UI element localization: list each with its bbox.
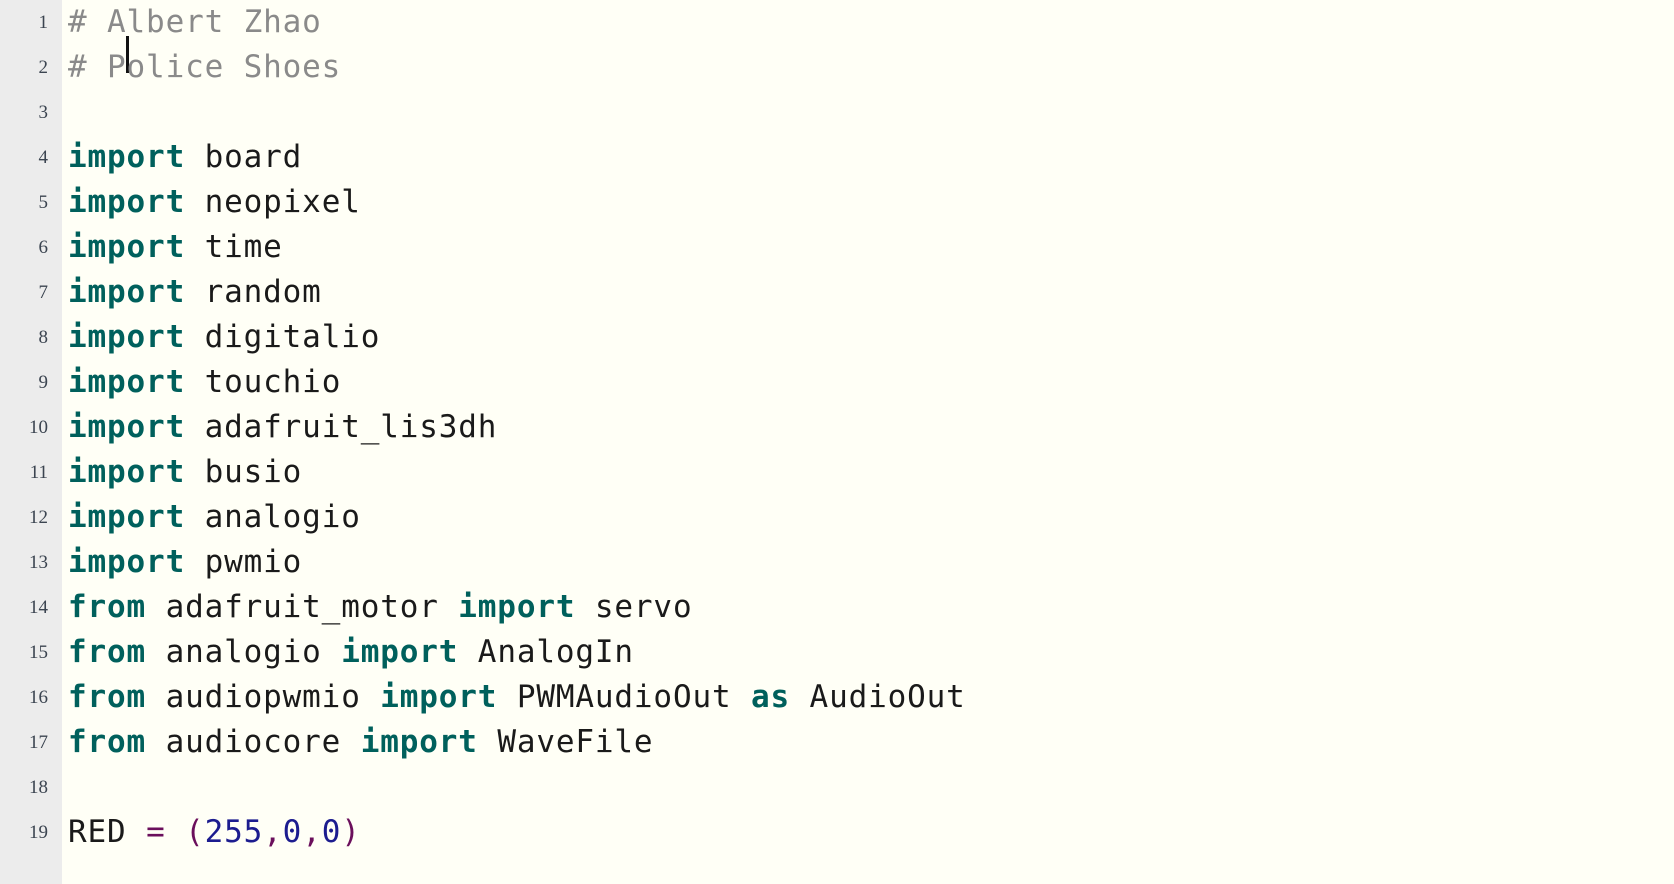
code-line-8[interactable]: import digitalio: [68, 315, 1674, 360]
token-plain: PWMAudioOut: [497, 679, 752, 715]
token-plain: AnalogIn: [458, 634, 634, 670]
code-line-3[interactable]: [68, 90, 1674, 135]
line-number-9: 9: [38, 372, 49, 393]
line-number-list: 1 2 3 4 5 6 7 8 9 10 11 12 13 14 15 16 17 18 19: [0, 0, 62, 855]
token-number: 0: [282, 814, 303, 850]
token-keyword: import: [341, 634, 459, 670]
token-plain: neopixel: [185, 184, 361, 220]
token-keyword: import: [68, 229, 186, 265]
token-operator: ,: [302, 814, 322, 850]
code-line-12[interactable]: import analogio: [68, 495, 1674, 540]
code-line-15[interactable]: from analogio import AnalogIn: [68, 630, 1674, 675]
code-line-9[interactable]: import touchio: [68, 360, 1674, 405]
token-number: 255: [204, 814, 264, 850]
code-line-16[interactable]: from audiopwmio import PWMAudioOut as Au…: [68, 675, 1674, 720]
line-number-7: 7: [38, 282, 49, 303]
token-plain: audiocore: [146, 724, 361, 760]
line-number-4: 4: [38, 147, 49, 168]
line-number-18: 18: [29, 777, 48, 798]
token-keyword: import: [68, 544, 186, 580]
token-keyword: import: [380, 679, 498, 715]
token-plain: AudioOut: [790, 679, 966, 715]
token-keyword: import: [68, 364, 186, 400]
line-number-16: 16: [29, 687, 48, 708]
line-number-14: 14: [29, 597, 48, 618]
line-number-10: 10: [29, 417, 48, 438]
token-plain: servo: [575, 589, 693, 625]
token-plain: RED: [68, 814, 147, 850]
line-number-12: 12: [29, 507, 48, 528]
token-keyword: import: [68, 184, 186, 220]
token-plain: digitalio: [185, 319, 381, 355]
token-plain: adafruit_lis3dh: [185, 409, 498, 445]
token-plain: time: [185, 229, 283, 265]
token-plain: adafruit_motor: [146, 589, 459, 625]
code-line-11[interactable]: import busio: [68, 450, 1674, 495]
code-line-10[interactable]: import adafruit_lis3dh: [68, 405, 1674, 450]
token-keyword: import: [68, 454, 186, 490]
line-number-11: 11: [29, 462, 48, 483]
code-line-4[interactable]: import board: [68, 135, 1674, 180]
token-plain: touchio: [185, 364, 342, 400]
code-content-area[interactable]: # Albert Zhao # Police Shoes import board…: [68, 0, 1674, 855]
token-plain: random: [185, 274, 322, 310]
line-number-8: 8: [38, 327, 49, 348]
token-operator: ,: [263, 814, 283, 850]
code-editor[interactable]: 1 2 3 4 5 6 7 8 9 10 11 12 13 14 15 16 17 18 19 # Albert Z…: [0, 0, 1674, 884]
line-number-17: 17: [29, 732, 48, 753]
token-keyword: import: [360, 724, 478, 760]
token-plain: audiopwmio: [146, 679, 381, 715]
token-keyword: from: [68, 679, 147, 715]
token-keyword: from: [68, 589, 147, 625]
token-plain: analogio: [185, 499, 361, 535]
line-number-1: 1: [38, 12, 49, 33]
line-number-5: 5: [38, 192, 49, 213]
token-plain: analogio: [146, 634, 342, 670]
token-comment: # A: [68, 4, 127, 40]
code-line-14[interactable]: from adafruit_motor import servo: [68, 585, 1674, 630]
code-line-1[interactable]: # Albert Zhao: [68, 0, 1674, 73]
token-number: 0: [321, 814, 342, 850]
code-line-2[interactable]: # Police Shoes: [68, 45, 1674, 90]
code-line-13[interactable]: import pwmio: [68, 540, 1674, 585]
token-keyword: import: [68, 499, 186, 535]
code-line-5[interactable]: import neopixel: [68, 180, 1674, 225]
token-operator: =: [146, 814, 166, 850]
line-number-19: 19: [29, 822, 48, 843]
token-operator: (: [185, 814, 205, 850]
code-line-18[interactable]: [68, 765, 1674, 810]
line-number-15: 15: [29, 642, 48, 663]
code-line-19[interactable]: RED = (255,0,0): [68, 810, 1674, 855]
code-line-6[interactable]: import time: [68, 225, 1674, 270]
token-operator: ): [341, 814, 361, 850]
token-keyword: import: [68, 274, 186, 310]
token-plain: WaveFile: [477, 724, 654, 760]
token-keyword: import: [68, 409, 186, 445]
line-number-2: 2: [38, 57, 49, 78]
line-number-gutter: 1 2 3 4 5 6 7 8 9 10 11 12 13 14 15 16 17 18 19: [0, 0, 62, 884]
line-number-6: 6: [38, 237, 49, 258]
token-plain: pwmio: [185, 544, 303, 580]
token-comment: lbert Zhao: [126, 4, 322, 40]
token-keyword: from: [68, 634, 147, 670]
token-keyword: import: [458, 589, 576, 625]
code-line-7[interactable]: import random: [68, 270, 1674, 315]
token-keyword: import: [68, 139, 186, 175]
token-plain: busio: [185, 454, 303, 490]
line-number-3: 3: [38, 102, 49, 123]
token-keyword: from: [68, 724, 147, 760]
code-line-17[interactable]: from audiocore import WaveFile: [68, 720, 1674, 765]
token-keyword: import: [68, 319, 186, 355]
token-keyword: as: [751, 679, 791, 715]
token-comment: # Police Shoes: [68, 49, 342, 85]
token-plain: board: [185, 139, 303, 175]
line-number-13: 13: [29, 552, 48, 573]
